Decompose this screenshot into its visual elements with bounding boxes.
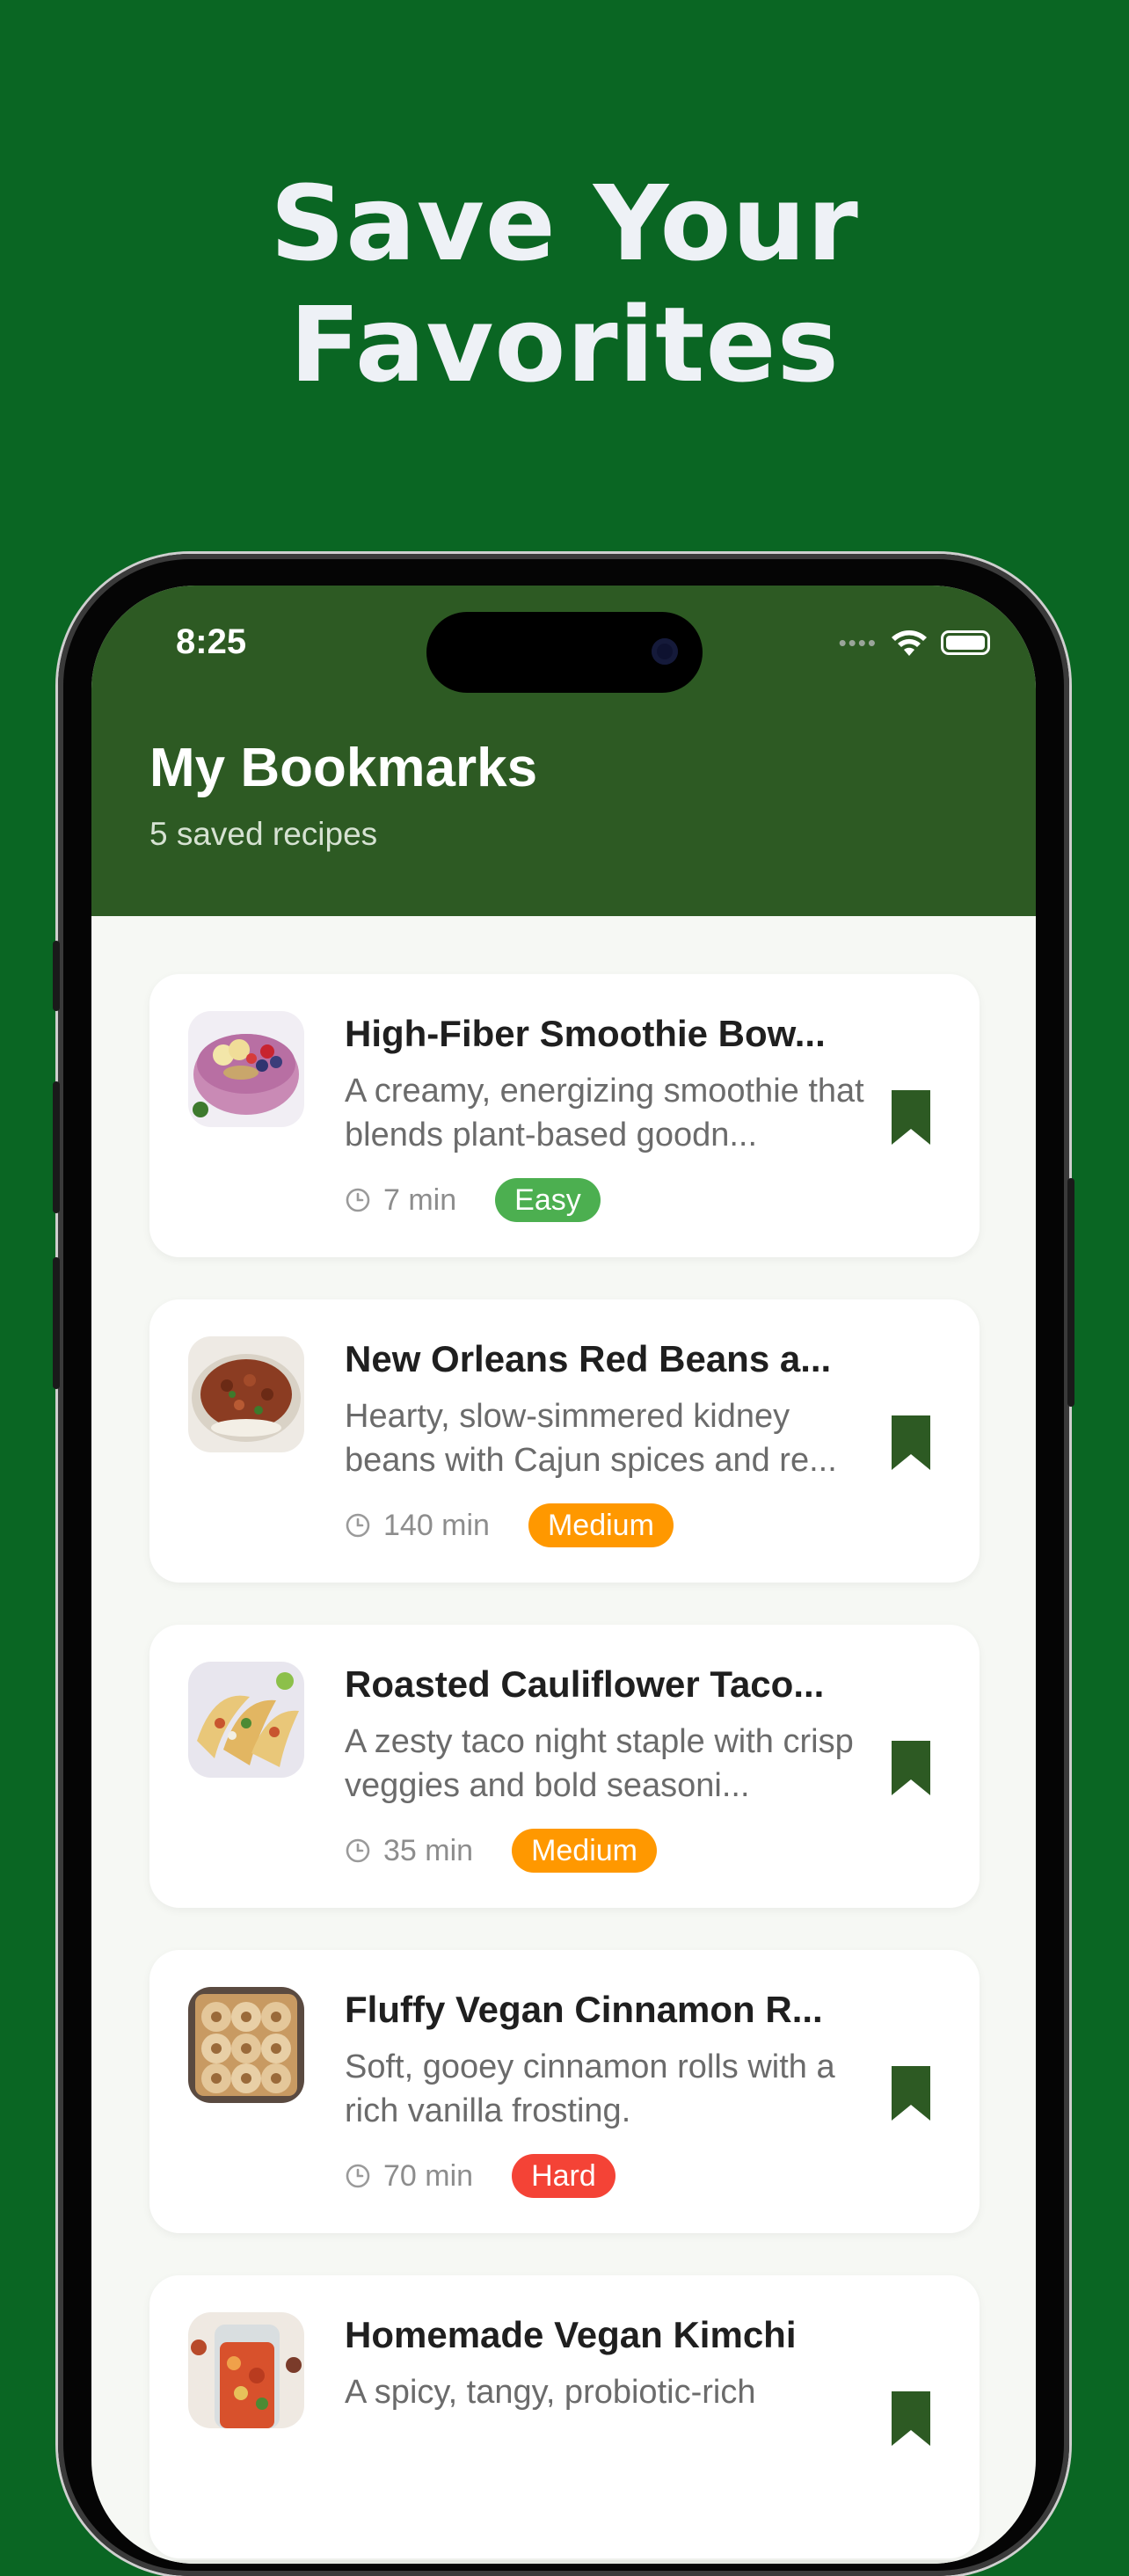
recipe-description: Soft, gooey cinnamon rolls with a rich v… (345, 2048, 835, 2129)
bookmark-icon[interactable] (892, 2391, 930, 2446)
recipe-meta: 7 min Easy (345, 1178, 601, 1222)
recipe-card[interactable]: Fluffy Vegan Cinnamon R... Soft, gooey c… (149, 1950, 980, 2233)
status-time: 8:25 (176, 622, 247, 661)
page-title: My Bookmarks (149, 738, 538, 798)
recipe-meta: 140 min Medium (345, 1503, 674, 1547)
phone-power-button (1067, 1178, 1074, 1407)
camera-icon (652, 638, 678, 665)
clock-icon (346, 1188, 370, 1212)
recipe-meta: 35 min Medium (345, 1829, 657, 1873)
recipe-thumbnail-cauliflower-tacos (188, 1662, 304, 1778)
bookmark-icon[interactable] (892, 1090, 930, 1145)
recipe-thumbnail-kimchi (188, 2312, 304, 2428)
phone-screen: 8:25 •••• My Bookmarks 5 saved recipes H… (91, 586, 1036, 2564)
clock-icon (346, 1513, 370, 1538)
recipe-description: Hearty, slow-simmered kidney beans with … (345, 1398, 837, 1479)
recipe-time: 35 min (383, 1833, 474, 1867)
battery-icon (941, 630, 990, 655)
difficulty-badge: Medium (512, 1829, 657, 1873)
recipe-thumbnail-cinnamon-rolls (188, 1987, 304, 2103)
phone-volume-down (53, 1257, 60, 1389)
page-subtitle: 5 saved recipes (149, 816, 378, 852)
recipe-thumbnail-smoothie-bowl (188, 1011, 304, 1127)
recipe-description: A creamy, energizing smoothie that blend… (345, 1073, 864, 1153)
recipe-title: Fluffy Vegan Cinnamon R... (345, 1989, 823, 2030)
clock-icon (346, 2164, 370, 2188)
status-indicators: •••• (839, 628, 990, 658)
recipe-time: 7 min (383, 1182, 457, 1217)
recipe-title: Roasted Cauliflower Taco... (345, 1663, 825, 1705)
recipe-thumbnail-red-beans (188, 1336, 304, 1452)
difficulty-badge: Hard (512, 2154, 615, 2198)
recipe-card[interactable]: New Orleans Red Beans a... Hearty, slow-… (149, 1299, 980, 1583)
bookmark-icon[interactable] (892, 1415, 930, 1470)
difficulty-badge: Easy (495, 1178, 601, 1222)
difficulty-badge: Medium (528, 1503, 674, 1547)
wifi-icon (892, 630, 927, 656)
phone-silent-switch (53, 941, 60, 1011)
bookmark-icon[interactable] (892, 1741, 930, 1795)
recipe-card[interactable]: High-Fiber Smoothie Bow... A creamy, ene… (149, 974, 980, 1257)
recipe-title: Homemade Vegan Kimchi (345, 2314, 797, 2355)
recipe-title: New Orleans Red Beans a... (345, 1338, 832, 1379)
recipe-time: 140 min (383, 1508, 490, 1542)
promo-headline: Save Your Favorites (270, 163, 859, 405)
clock-icon (346, 1838, 370, 1863)
recipe-description: A zesty taco night staple with crisp veg… (345, 1723, 854, 1804)
recipe-title: High-Fiber Smoothie Bow... (345, 1013, 826, 1054)
recipe-card[interactable]: Roasted Cauliflower Taco... A zesty taco… (149, 1625, 980, 1908)
bookmark-icon[interactable] (892, 2066, 930, 2121)
phone-volume-up (53, 1081, 60, 1213)
signal-dots-icon: •••• (838, 629, 878, 656)
recipe-card[interactable]: Homemade Vegan Kimchi A spicy, tangy, pr… (149, 2275, 980, 2558)
app-header: 8:25 •••• My Bookmarks 5 saved recipes (91, 586, 1036, 916)
recipe-description: A spicy, tangy, probiotic-rich (345, 2374, 756, 2411)
bottom-divider (91, 2560, 1036, 2564)
dynamic-island (426, 612, 703, 693)
recipe-meta: 70 min Hard (345, 2154, 615, 2198)
recipe-time: 70 min (383, 2158, 474, 2193)
